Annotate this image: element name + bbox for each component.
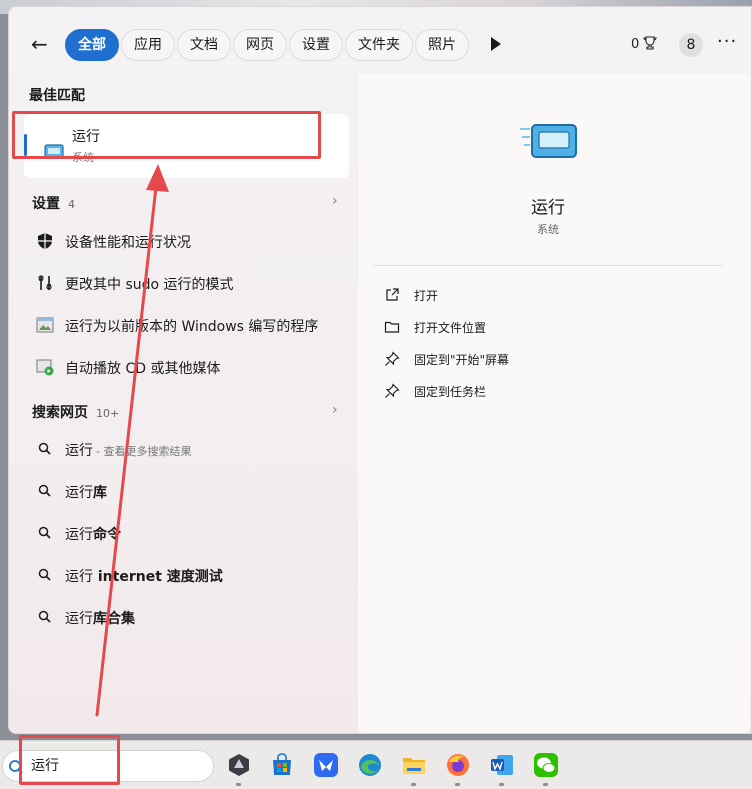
firefox-icon[interactable] <box>445 752 471 778</box>
compat-window-icon <box>36 317 54 333</box>
settings-heading-label: 设置 <box>32 196 60 212</box>
feishu-icon[interactable] <box>313 752 339 778</box>
running-indicator <box>236 783 241 786</box>
web-result[interactable]: 运行命令 <box>24 515 349 551</box>
web-heading[interactable]: 搜索网页 10+ <box>32 402 119 422</box>
action-pin-to-start[interactable]: 固定到"开始"屏幕 <box>384 348 704 372</box>
web-result-label: 运行 <box>65 569 93 585</box>
search-icon <box>38 610 51 623</box>
run-app-icon <box>520 124 577 158</box>
action-label: 固定到任务栏 <box>414 385 487 399</box>
wechat-icon[interactable] <box>533 752 559 778</box>
web-result-hint: - 查看更多搜索结果 <box>96 445 192 458</box>
filter-chip-photos[interactable]: 照片 <box>415 29 469 61</box>
annotation-highlight-search-box <box>19 735 120 785</box>
trophy-icon <box>643 36 657 50</box>
app-hexagon-icon[interactable] <box>226 752 252 778</box>
running-indicator <box>411 783 416 786</box>
web-result-label: 运行 <box>65 527 93 543</box>
shield-icon <box>38 233 52 249</box>
web-heading-label: 搜索网页 <box>32 405 88 421</box>
rewards-points[interactable]: 0 <box>631 36 657 52</box>
running-indicator <box>455 783 460 786</box>
filter-chip-all[interactable]: 全部 <box>65 29 119 61</box>
sudo-icon <box>38 275 52 290</box>
search-icon <box>38 568 51 581</box>
web-result-suffix: 库合集 <box>93 611 135 627</box>
filter-bar: ← 全部 应用 文档 网页 设置 文件夹 照片 0 8 ··· <box>9 25 752 63</box>
search-icon <box>38 484 51 497</box>
action-open-file-location[interactable]: 打开文件位置 <box>384 316 704 340</box>
search-icon <box>38 442 51 455</box>
chevron-right-icon[interactable]: › <box>332 193 338 209</box>
filter-chip-settings[interactable]: 设置 <box>289 29 343 61</box>
web-result[interactable]: 运行库合集 <box>24 599 349 635</box>
open-external-icon <box>386 288 399 301</box>
more-options-icon[interactable]: ··· <box>717 31 737 52</box>
action-label: 打开文件位置 <box>414 321 487 335</box>
web-count: 10+ <box>96 407 120 420</box>
points-value: 0 <box>631 37 640 52</box>
settings-heading[interactable]: 设置 4 <box>32 193 75 213</box>
account-badge[interactable]: 8 <box>679 33 703 57</box>
detail-app-type: 系统 <box>537 223 559 236</box>
web-result-label: 运行 <box>65 611 93 627</box>
action-label: 固定到"开始"屏幕 <box>414 353 510 367</box>
settings-count: 4 <box>68 198 75 211</box>
detail-pane: 运行 系统 打开 打开文件位置 固定到"开始"屏幕 固定到任务栏 <box>358 73 750 733</box>
file-explorer-icon[interactable] <box>401 752 427 778</box>
microsoft-store-icon[interactable] <box>269 752 295 778</box>
filter-chip-documents[interactable]: 文档 <box>177 29 231 61</box>
folder-icon <box>384 321 400 333</box>
settings-item-label: 更改其中 sudo 运行的模式 <box>65 277 234 293</box>
settings-item-sudo[interactable]: 更改其中 sudo 运行的模式 <box>24 265 349 301</box>
edge-icon[interactable] <box>357 752 383 778</box>
filter-chip-web[interactable]: 网页 <box>233 29 287 61</box>
running-indicator <box>499 783 504 786</box>
word-icon[interactable] <box>489 752 515 778</box>
best-match-heading: 最佳匹配 <box>29 88 85 104</box>
settings-item-label: 设备性能和运行状况 <box>65 235 191 251</box>
settings-item-compat[interactable]: 运行为以前版本的 Windows 编写的程序 <box>24 307 349 343</box>
web-result[interactable]: 运行 - 查看更多搜索结果 <box>24 431 349 467</box>
filter-chip-folders[interactable]: 文件夹 <box>345 29 413 61</box>
annotation-highlight-best-match <box>12 111 321 159</box>
pin-icon <box>385 351 400 366</box>
autoplay-icon <box>36 359 54 376</box>
settings-item-device-health[interactable]: 设备性能和运行状况 <box>24 223 349 259</box>
action-pin-to-taskbar[interactable]: 固定到任务栏 <box>384 380 704 404</box>
web-result-suffix: 命令 <box>93 527 121 543</box>
action-label: 打开 <box>414 289 439 303</box>
web-result[interactable]: 运行 internet 速度测试 <box>24 557 349 593</box>
detail-app-name: 运行 <box>531 198 565 218</box>
settings-item-label: 自动播放 CD 或其他媒体 <box>65 361 221 377</box>
back-arrow-icon[interactable]: ← <box>31 33 55 57</box>
search-icon <box>38 526 51 539</box>
chevron-right-icon[interactable]: › <box>332 402 338 418</box>
settings-item-label: 运行为以前版本的 Windows 编写的程序 <box>65 319 319 335</box>
web-result-label: 运行 <box>65 443 93 459</box>
pin-icon <box>385 383 400 398</box>
web-result-label: 运行 <box>65 485 93 501</box>
web-result-suffix: internet 速度测试 <box>93 569 223 585</box>
play-more-filters-icon[interactable] <box>489 36 503 52</box>
running-indicator <box>543 783 548 786</box>
settings-item-autoplay[interactable]: 自动播放 CD 或其他媒体 <box>24 349 349 385</box>
action-open[interactable]: 打开 <box>384 284 704 308</box>
divider <box>374 265 722 266</box>
web-result-suffix: 库 <box>93 485 107 501</box>
web-result[interactable]: 运行库 <box>24 473 349 509</box>
filter-chip-apps[interactable]: 应用 <box>121 29 175 61</box>
